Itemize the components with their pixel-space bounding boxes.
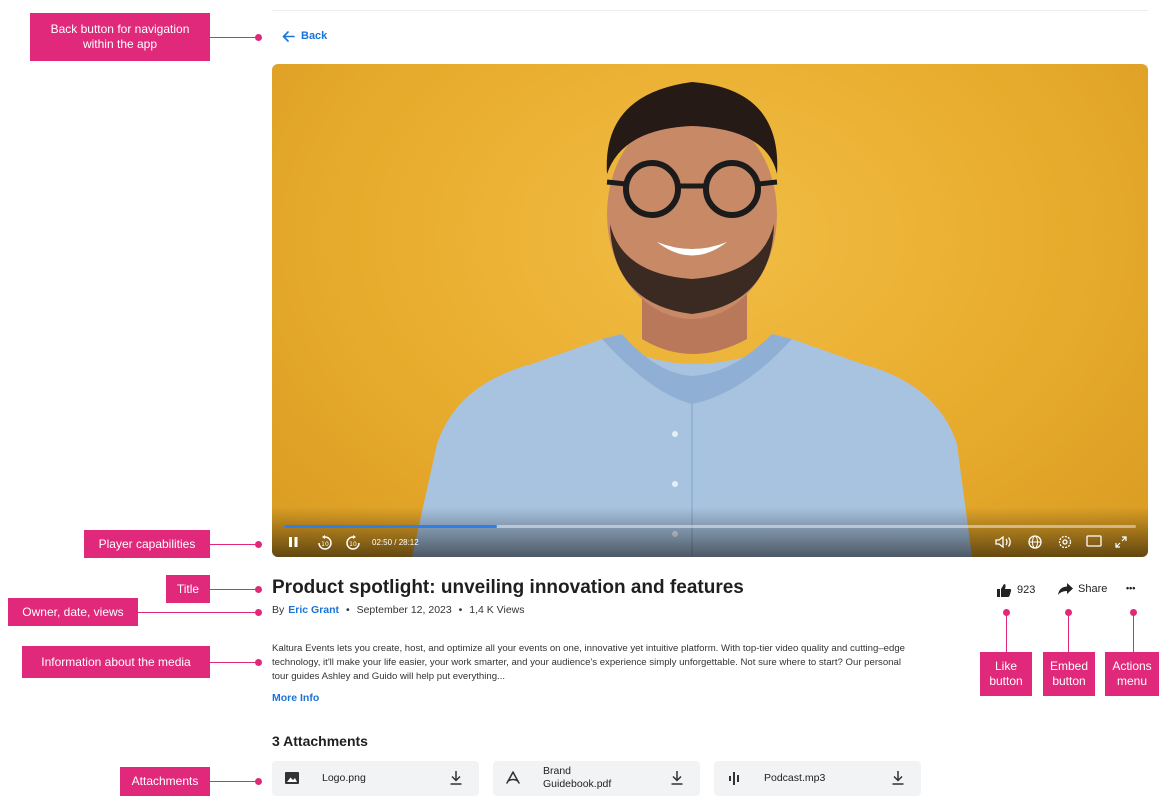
callout-embed: Embed button — [1043, 652, 1095, 696]
video-player[interactable]: 10 10 02:50 / 28:12 — [272, 64, 1148, 557]
globe-icon — [1028, 535, 1042, 549]
like-count: 923 — [1017, 584, 1036, 596]
volume-icon — [995, 535, 1011, 549]
progress-bar[interactable] — [284, 525, 1136, 528]
actions-menu-button[interactable]: ••• — [1126, 583, 1135, 593]
rewind-10-icon: 10 — [318, 535, 332, 550]
image-icon — [285, 772, 299, 784]
media-description: Kaltura Events lets you create, host, an… — [272, 643, 906, 682]
back-button[interactable]: Back — [282, 30, 327, 42]
theater-mode-button[interactable] — [1086, 535, 1102, 547]
attachment-name: Podcast.mp3 — [764, 772, 826, 784]
svg-text:10: 10 — [321, 541, 329, 548]
owner-link[interactable]: Eric Grant — [288, 604, 339, 616]
publish-date: September 12, 2023 — [356, 604, 452, 616]
share-label: Share — [1078, 583, 1108, 595]
view-count: 1,4 K Views — [469, 604, 525, 616]
attachment-item[interactable]: Logo.png — [272, 761, 479, 796]
progress-played — [284, 525, 497, 528]
rewind-10-button[interactable]: 10 — [316, 535, 334, 551]
download-icon[interactable] — [449, 770, 463, 786]
language-button[interactable] — [1028, 535, 1042, 549]
svg-text:10: 10 — [349, 541, 357, 548]
separator-dot: • — [455, 604, 466, 616]
volume-button[interactable] — [994, 535, 1014, 549]
attachment-item[interactable]: Brand Guidebook.pdf — [493, 761, 700, 796]
thumbs-up-icon — [997, 584, 1012, 597]
share-icon — [1058, 583, 1073, 595]
callout-info: Information about the media — [22, 646, 210, 678]
callout-back: Back button for navigation within the ap… — [30, 13, 210, 61]
download-icon[interactable] — [670, 770, 684, 786]
callout-actions: Actions menu — [1105, 652, 1159, 696]
back-label: Back — [301, 30, 328, 42]
pause-icon — [289, 537, 298, 547]
separator-dot: • — [343, 604, 353, 616]
time-readout: 02:50 / 28:12 — [372, 538, 419, 547]
forward-10-button[interactable]: 10 — [344, 535, 362, 551]
top-divider — [272, 10, 1148, 11]
more-info-link[interactable]: More Info — [272, 692, 319, 704]
forward-10-icon: 10 — [346, 535, 360, 550]
gear-icon — [1058, 535, 1072, 549]
fullscreen-icon — [1115, 536, 1127, 548]
media-title: Product spotlight: unveiling innovation … — [272, 577, 744, 598]
more-icon: ••• — [1126, 583, 1136, 593]
callout-attachments: Attachments — [120, 767, 210, 796]
attachment-item[interactable]: Podcast.mp3 — [714, 761, 921, 796]
media-meta: By Eric Grant • September 12, 2023 • 1,4… — [272, 604, 525, 616]
video-frame-person — [412, 82, 972, 557]
download-icon[interactable] — [891, 770, 905, 786]
attachment-name: Brand Guidebook.pdf — [543, 765, 612, 790]
callout-owner: Owner, date, views — [8, 598, 138, 626]
share-button[interactable]: Share — [1058, 583, 1107, 595]
by-label: By — [272, 604, 285, 616]
attachments-heading: 3 Attachments — [272, 733, 368, 749]
callout-player: Player capabilities — [84, 530, 210, 558]
audio-icon — [729, 772, 739, 785]
pause-button[interactable] — [286, 535, 300, 549]
settings-button[interactable] — [1058, 535, 1072, 549]
like-button[interactable]: 923 — [996, 583, 1035, 597]
callout-like: Like button — [980, 652, 1032, 696]
theater-icon — [1086, 535, 1102, 547]
callout-title: Title — [166, 575, 210, 603]
fullscreen-button[interactable] — [1114, 535, 1128, 549]
pdf-icon — [506, 771, 520, 784]
attachment-name: Logo.png — [322, 772, 366, 784]
arrow-left-icon — [282, 30, 295, 42]
